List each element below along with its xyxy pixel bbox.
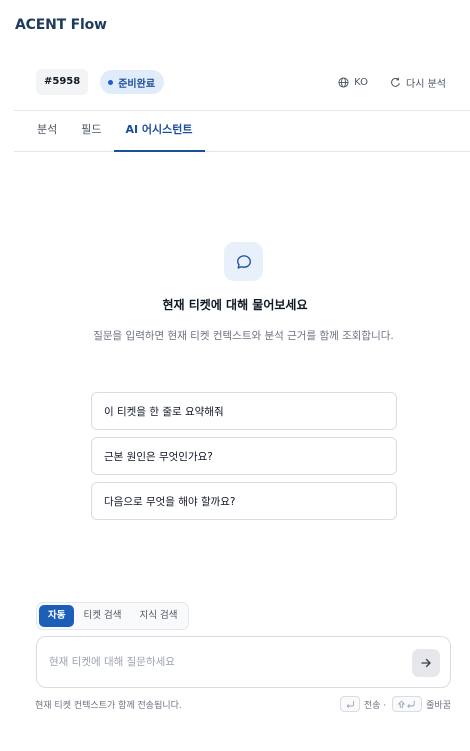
- empty-state-description: 질문을 입력하면 현재 티켓 컨텍스트와 분석 근거를 함께 조회합니다.: [93, 330, 394, 342]
- mode-knowledge-search-button[interactable]: 지식 검색: [130, 605, 186, 627]
- context-note: 현재 티켓 컨텍스트가 함께 전송됩니다.: [35, 701, 182, 711]
- tab-analysis[interactable]: 분석: [14, 111, 69, 151]
- send-button[interactable]: [412, 649, 440, 677]
- status-label: 준비완료: [118, 78, 156, 90]
- shift-enter-key-icon: [392, 696, 423, 712]
- composer: [36, 636, 451, 688]
- search-mode-toggle: 자동 티켓 검색 지식 검색: [36, 602, 190, 630]
- empty-state-title: 현재 티켓에 대해 물어보세요: [162, 298, 308, 312]
- mode-ticket-search-button[interactable]: 티켓 검색: [74, 605, 130, 627]
- tab-bar: 분석 필드 AI 어시스턴트: [14, 111, 470, 152]
- send-key-label: 전송 ·: [363, 700, 387, 711]
- reanalyze-label: 다시 분석: [406, 78, 446, 90]
- arrow-right-icon: [421, 658, 431, 668]
- suggestion-button[interactable]: 근본 원인은 무엇인가요?: [91, 437, 397, 475]
- ticket-id: #5958: [36, 69, 89, 95]
- language-button[interactable]: KO: [338, 77, 368, 88]
- keyboard-hints: 전송 · 줄바꿈: [339, 696, 451, 712]
- question-input[interactable]: [49, 637, 399, 687]
- tab-ai-assistant[interactable]: AI 어시스턴트: [113, 111, 205, 152]
- mode-auto-button[interactable]: 자동: [39, 605, 75, 627]
- language-label: KO: [354, 76, 369, 88]
- newline-key-label: 줄바꿈: [426, 700, 451, 711]
- app-title: ACENT Flow: [15, 17, 107, 33]
- status-badge: 준비완료: [100, 70, 165, 94]
- status-dot-icon: [108, 79, 114, 85]
- ticket-header: #5958 준비완료 KO 다시 분석: [14, 66, 456, 98]
- suggestion-button[interactable]: 이 티켓을 한 줄로 요약해줘: [91, 392, 397, 430]
- chat-bubble-icon: [224, 242, 263, 281]
- reanalyze-button[interactable]: 다시 분석: [390, 75, 446, 90]
- globe-icon: [338, 76, 349, 88]
- enter-key-icon: [339, 696, 360, 712]
- suggestion-button[interactable]: 다음으로 무엇을 해야 할까요?: [91, 482, 397, 520]
- refresh-icon: [391, 77, 400, 87]
- tab-fields[interactable]: 필드: [69, 111, 113, 151]
